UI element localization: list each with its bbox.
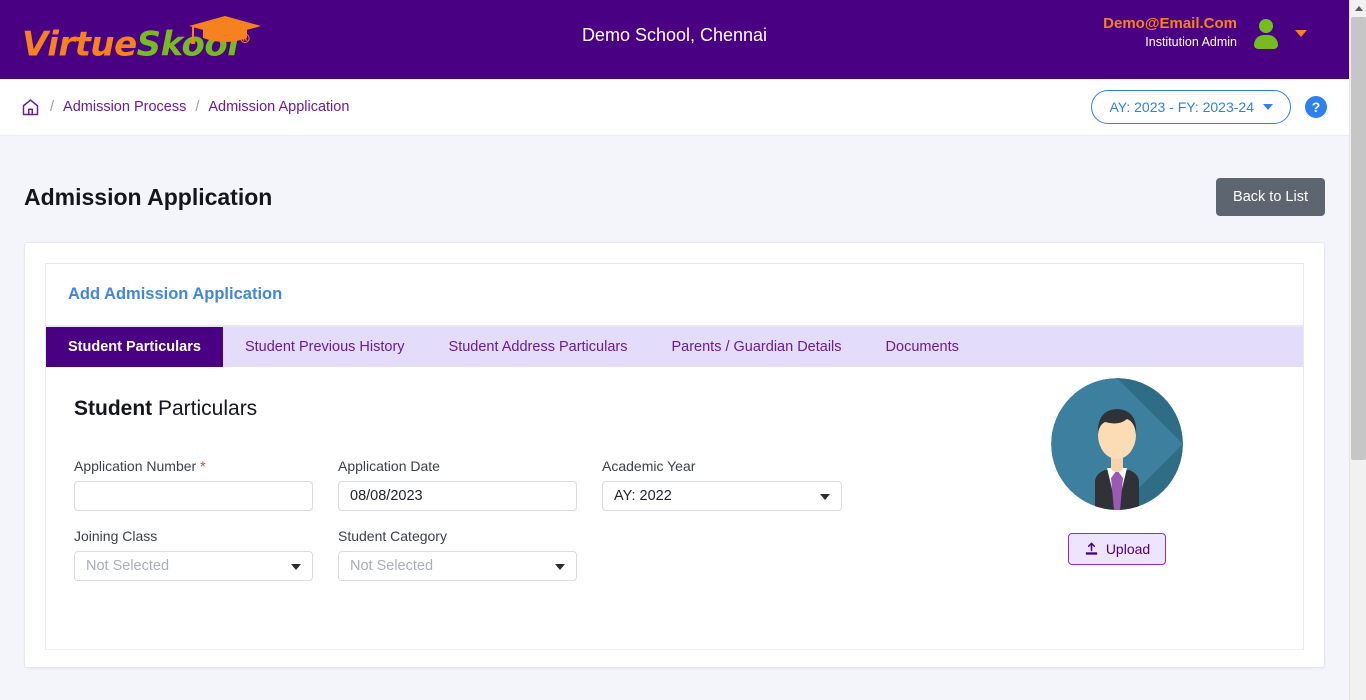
- academic-year-select[interactable]: [602, 481, 842, 511]
- field-joining-class: Joining Class: [74, 528, 313, 581]
- joining-class-select-wrap[interactable]: [74, 551, 313, 581]
- tab-student-previous-history[interactable]: Student Previous History: [223, 327, 427, 367]
- student-category-select-wrap[interactable]: [338, 551, 577, 581]
- label-student-category: Student Category: [338, 528, 447, 544]
- user-menu[interactable]: Demo@Email.Com Institution Admin: [1103, 14, 1307, 51]
- card-footer-divider: [45, 649, 1304, 667]
- label-application-date: Application Date: [338, 458, 440, 474]
- card-section-title: Add Admission Application: [68, 285, 283, 303]
- tab-bar: Student Particulars Student Previous His…: [46, 326, 1303, 367]
- scrollbar-up-arrow[interactable]: [1350, 0, 1366, 17]
- joining-class-select[interactable]: [74, 551, 313, 581]
- label-application-number: Application Number *: [74, 458, 313, 474]
- tab-student-particulars[interactable]: Student Particulars: [46, 327, 223, 367]
- help-icon[interactable]: ?: [1305, 96, 1327, 118]
- upload-icon: [1085, 542, 1097, 555]
- student-category-select[interactable]: [338, 551, 577, 581]
- field-application-date: Application Date: [338, 458, 577, 511]
- card-header: Add Admission Application: [46, 264, 1303, 326]
- academic-year-selector[interactable]: AY: 2023 - FY: 2023-24: [1091, 90, 1291, 124]
- browser-viewport: VirtueSkool® Demo School, Chennai Demo@E…: [0, 0, 1366, 700]
- tab-student-address-particulars[interactable]: Student Address Particulars: [427, 327, 650, 367]
- academic-year-label: AY: 2023 - FY: 2023-24: [1109, 99, 1254, 115]
- scrollbar-thumb[interactable]: [1351, 17, 1366, 460]
- breadcrumb-separator-2: /: [195, 99, 200, 115]
- breadcrumb-item-admission-application: Admission Application: [208, 99, 350, 115]
- user-role: Institution Admin: [1145, 35, 1237, 50]
- user-email: Demo@Email.Com: [1103, 15, 1237, 32]
- field-academic-year: Academic Year: [602, 458, 842, 511]
- avatar-head: [1259, 18, 1273, 33]
- breadcrumb-bar: / Admission Process / Admission Applicat…: [0, 79, 1349, 136]
- page-header: Admission Application Back to List: [0, 136, 1349, 216]
- admission-application-card: Add Admission Application Student Partic…: [24, 242, 1325, 668]
- breadcrumb-separator-1: /: [50, 99, 55, 115]
- user-meta: Demo@Email.Com Institution Admin: [1103, 14, 1237, 51]
- page-scrollbar[interactable]: [1349, 0, 1366, 700]
- required-marker: *: [200, 458, 206, 474]
- breadcrumb: / Admission Process / Admission Applicat…: [20, 97, 349, 118]
- avatar-body: [1254, 34, 1278, 49]
- academic-year-select-wrap[interactable]: [602, 481, 842, 511]
- breadcrumb-actions: AY: 2023 - FY: 2023-24 ?: [1091, 90, 1327, 124]
- student-photo-area: Upload: [1051, 378, 1183, 565]
- field-application-number: Application Number *: [74, 458, 313, 511]
- label-academic-year: Academic Year: [602, 458, 696, 474]
- breadcrumb-item-admission-process[interactable]: Admission Process: [63, 99, 186, 115]
- student-particulars-form: Application Number * Application Date Ac…: [74, 458, 854, 581]
- field-student-category: Student Category: [338, 528, 577, 581]
- label-joining-class: Joining Class: [74, 528, 158, 544]
- chevron-down-icon[interactable]: [1295, 30, 1307, 38]
- panel-title-rest: Particulars: [152, 397, 258, 420]
- application-number-input[interactable]: [74, 481, 313, 511]
- home-icon[interactable]: [20, 97, 41, 118]
- upload-button-label: Upload: [1105, 541, 1151, 557]
- page-title: Admission Application: [24, 183, 273, 210]
- upload-photo-button[interactable]: Upload: [1067, 533, 1167, 565]
- top-header-bar: VirtueSkool® Demo School, Chennai Demo@E…: [0, 0, 1349, 79]
- user-avatar-icon[interactable]: [1251, 18, 1281, 49]
- panel-title-bold: Student: [74, 397, 153, 420]
- tab-documents[interactable]: Documents: [864, 327, 981, 367]
- student-photo-placeholder: [1051, 378, 1183, 510]
- tab-parents-guardian-details[interactable]: Parents / Guardian Details: [649, 327, 863, 367]
- card-inner: Add Admission Application Student Partic…: [45, 263, 1304, 649]
- page-root: VirtueSkool® Demo School, Chennai Demo@E…: [0, 0, 1349, 700]
- chevron-up-icon: [1354, 6, 1363, 11]
- chevron-down-icon: [1263, 104, 1273, 110]
- student-particulars-panel: Student Particulars Application Number *…: [46, 367, 1303, 649]
- label-text: Application Number: [74, 458, 197, 474]
- application-date-input[interactable]: [338, 481, 577, 511]
- back-to-list-button[interactable]: Back to List: [1216, 178, 1325, 216]
